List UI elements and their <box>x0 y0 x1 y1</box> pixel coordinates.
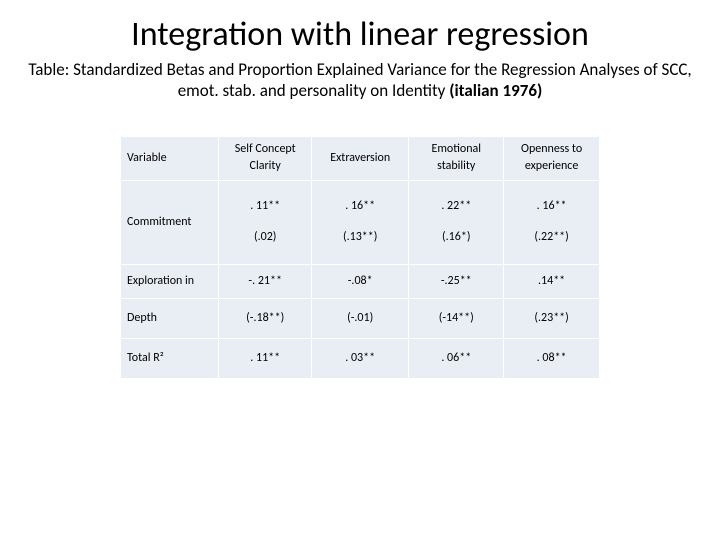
cell-commitment-ext: . 16** (.13**) <box>312 180 409 264</box>
header-variable: Variable <box>121 136 219 180</box>
row-depth: Depth (-.18**) (-.01) (-14**) (.23**) <box>121 298 600 338</box>
header-emotional-line2: stability <box>415 158 497 175</box>
header-extraversion: Extraversion <box>312 136 409 180</box>
slide-subtitle: Table: Standardized Betas and Proportion… <box>22 59 698 102</box>
subtitle-bold: (italian 1976) <box>449 80 542 101</box>
cell-exploration-ext: -.08* <box>312 264 409 298</box>
slide: Integration with linear regression Table… <box>0 0 720 540</box>
subtitle-text: Table: Standardized Betas and Proportion… <box>28 59 691 101</box>
slide-title: Integration with linear regression <box>22 14 698 55</box>
header-openness: Openness to experience <box>504 136 600 180</box>
row-totalr2: Total R² . 11** . 03** . 06** . 08** <box>121 338 600 378</box>
header-openness-line2: experience <box>510 158 593 175</box>
row-exploration: Exploration in -. 21** -.08* -.25** .14*… <box>121 264 600 298</box>
header-scc: Self Concept Clarity <box>219 136 312 180</box>
cell-depth-ext: (-.01) <box>312 298 409 338</box>
row-commitment: Commitment . 11** (.02) . 16** (.13**) .… <box>121 180 600 264</box>
cell-totalr2-emo: . 06** <box>409 338 504 378</box>
header-emotional: Emotional stability <box>409 136 504 180</box>
header-openness-line1: Openness to <box>510 141 593 158</box>
commitment-open-val: . 16** <box>510 199 593 215</box>
cell-exploration-emo: -.25** <box>409 264 504 298</box>
header-scc-line1: Self Concept <box>225 141 305 158</box>
cell-commitment-emo: . 22** (.16*) <box>409 180 504 264</box>
header-emotional-line1: Emotional <box>415 141 497 158</box>
header-scc-line2: Clarity <box>225 158 305 175</box>
commitment-scc-paren: (.02) <box>225 230 305 246</box>
commitment-emo-paren: (.16*) <box>415 230 497 246</box>
commitment-scc-val: . 11** <box>225 199 305 215</box>
regression-table: Variable Self Concept Clarity Extraversi… <box>120 136 600 379</box>
commitment-emo-val: . 22** <box>415 199 497 215</box>
cell-commitment-open: . 16** (.22**) <box>504 180 600 264</box>
cell-exploration-open: .14** <box>504 264 600 298</box>
cell-depth-scc: (-.18**) <box>219 298 312 338</box>
commitment-ext-paren: (.13**) <box>318 230 402 246</box>
row-depth-label: Depth <box>121 298 219 338</box>
cell-totalr2-open: . 08** <box>504 338 600 378</box>
cell-totalr2-scc: . 11** <box>219 338 312 378</box>
row-totalr2-label: Total R² <box>121 338 219 378</box>
commitment-open-paren: (.22**) <box>510 230 593 246</box>
table-header-row: Variable Self Concept Clarity Extraversi… <box>121 136 600 180</box>
cell-exploration-scc: -. 21** <box>219 264 312 298</box>
cell-depth-emo: (-14**) <box>409 298 504 338</box>
row-commitment-label: Commitment <box>121 180 219 264</box>
row-exploration-label: Exploration in <box>121 264 219 298</box>
cell-commitment-scc: . 11** (.02) <box>219 180 312 264</box>
commitment-ext-val: . 16** <box>318 199 402 215</box>
cell-depth-open: (.23**) <box>504 298 600 338</box>
cell-totalr2-ext: . 03** <box>312 338 409 378</box>
